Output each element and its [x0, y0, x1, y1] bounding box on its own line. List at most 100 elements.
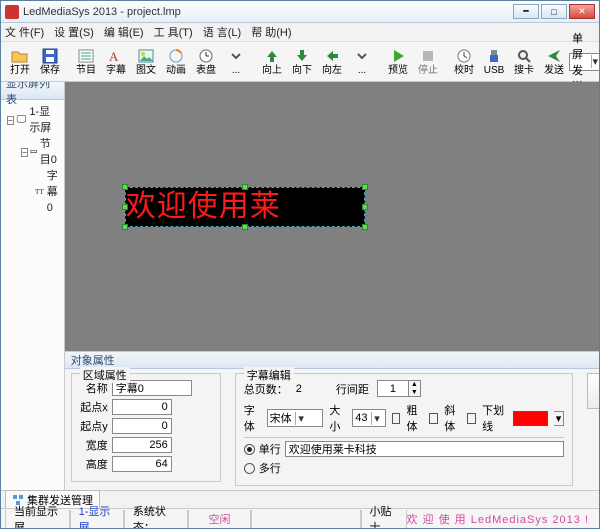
- usb-icon: [486, 48, 502, 64]
- field-w[interactable]: [112, 437, 172, 453]
- led-text-content: 欢迎使用莱: [126, 188, 364, 226]
- lbl-underline: 下划线: [482, 402, 507, 434]
- field-h[interactable]: [112, 456, 172, 472]
- tb-preview[interactable]: 预览: [383, 44, 413, 80]
- tree-node-subtitle[interactable]: ᴛᴛ 字幕0: [35, 168, 58, 216]
- tb-save-label: 保存: [40, 65, 60, 76]
- status-current: 当前显示屏: [5, 510, 70, 528]
- tb-up-label: 向上: [262, 65, 282, 76]
- tb-stop[interactable]: 停止: [413, 44, 443, 80]
- tb-usb[interactable]: USB: [479, 44, 509, 80]
- field-y[interactable]: [112, 418, 172, 434]
- chevron-down-icon: ▾: [295, 412, 307, 425]
- tb-search[interactable]: 搜卡: [509, 44, 539, 80]
- chevron-down-icon: [229, 48, 243, 64]
- tb-up[interactable]: 向上: [257, 44, 287, 80]
- tree-node-screen[interactable]: − 🖵 1-显示屏: [7, 104, 58, 136]
- menu-file[interactable]: 文 件(F): [5, 24, 44, 40]
- tb-more2-label: ...: [358, 65, 366, 76]
- resize-handle[interactable]: [122, 204, 128, 210]
- size-combo[interactable]: 43▾: [352, 409, 385, 427]
- led-text-object[interactable]: 欢迎使用莱: [125, 187, 365, 227]
- single-text-input[interactable]: [285, 441, 565, 457]
- lbl-h: 高度: [80, 456, 108, 472]
- tb-dial[interactable]: 表盘: [191, 44, 221, 80]
- close-button[interactable]: ✕: [569, 4, 595, 19]
- send-mode-combo[interactable]: 单屏发送 ▾: [569, 53, 600, 71]
- tb-more2[interactable]: ...: [347, 44, 377, 80]
- image-icon: [137, 48, 155, 64]
- radio-multi[interactable]: [244, 463, 255, 474]
- tb-subtitle-label: 字幕: [106, 65, 126, 76]
- tree-node-label: 字幕0: [47, 168, 58, 216]
- area-group-caption: 区域属性: [80, 367, 130, 383]
- linespace-value[interactable]: [378, 381, 408, 396]
- tb-search-label: 搜卡: [514, 65, 534, 76]
- font-combo[interactable]: 宋体▾: [267, 409, 324, 427]
- radio-single[interactable]: [244, 444, 255, 455]
- tb-left-label: 向左: [322, 65, 342, 76]
- resize-handle[interactable]: [242, 224, 248, 230]
- color-picker[interactable]: [513, 411, 547, 426]
- preview-canvas[interactable]: 欢迎使用莱: [65, 82, 600, 351]
- lbl-multi: 多行: [259, 460, 281, 476]
- tb-program[interactable]: 节目: [71, 44, 101, 80]
- list-icon: [77, 48, 95, 64]
- bold-check[interactable]: [392, 413, 401, 424]
- open-file-button[interactable]: 打开: [587, 373, 600, 409]
- underline-check[interactable]: [467, 413, 476, 424]
- save-icon: [41, 48, 59, 64]
- subtitle-group-caption: 字幕编辑: [244, 367, 294, 383]
- italic-check[interactable]: [429, 413, 438, 424]
- tb-usb-label: USB: [484, 65, 505, 76]
- screen-tree[interactable]: − 🖵 1-显示屏 − ▭ 节目0 ᴛᴛ 字幕0: [1, 100, 64, 490]
- spin-down[interactable]: ▼: [408, 389, 420, 397]
- tb-image[interactable]: 图文: [131, 44, 161, 80]
- stop-icon: [420, 48, 436, 64]
- tb-left[interactable]: 向左: [317, 44, 347, 80]
- resize-handle[interactable]: [362, 224, 368, 230]
- tree-header: 显示屏列表: [1, 82, 64, 100]
- menu-tool[interactable]: 工 具(T): [154, 24, 193, 40]
- page-icon: ▭: [31, 144, 37, 160]
- spin-up[interactable]: ▲: [408, 381, 420, 389]
- menu-setting[interactable]: 设 置(S): [54, 24, 94, 40]
- status-idle: 空闲: [188, 510, 250, 528]
- menu-help[interactable]: 帮 助(H): [251, 24, 291, 40]
- tb-open[interactable]: 打开: [5, 44, 35, 80]
- menu-bar: 文 件(F) 设 置(S) 编 辑(E) 工 具(T) 语 言(L) 帮 助(H…: [1, 23, 599, 42]
- resize-handle[interactable]: [242, 184, 248, 190]
- tb-timing[interactable]: 校时: [449, 44, 479, 80]
- collapse-icon[interactable]: −: [21, 148, 28, 157]
- resize-handle[interactable]: [122, 224, 128, 230]
- resize-handle[interactable]: [122, 184, 128, 190]
- status-bar: 当前显示屏 1-显示屏 系统状态： 空闲 小贴士 欢 迎 使 用 LedMedi…: [1, 508, 599, 528]
- resize-handle[interactable]: [362, 204, 368, 210]
- tree-node-program[interactable]: − ▭ 节目0: [21, 136, 58, 168]
- collapse-icon[interactable]: −: [7, 116, 14, 125]
- tb-anim[interactable]: 动画: [161, 44, 191, 80]
- send-icon: [546, 48, 562, 64]
- resize-handle[interactable]: [362, 184, 368, 190]
- tb-subtitle[interactable]: A字幕: [101, 44, 131, 80]
- arrow-down-icon: [294, 48, 310, 64]
- lbl-x: 起点x: [80, 399, 108, 415]
- chevron-down-icon[interactable]: ▾: [554, 411, 565, 426]
- tb-stop-label: 停止: [418, 65, 438, 76]
- linespace-spin[interactable]: ▲▼: [377, 380, 421, 397]
- tb-down[interactable]: 向下: [287, 44, 317, 80]
- tb-more[interactable]: ...: [221, 44, 251, 80]
- tb-dial-label: 表盘: [196, 65, 216, 76]
- status-screen[interactable]: 1-显示屏: [70, 510, 124, 528]
- tree-node-label: 1-显示屏: [29, 104, 57, 136]
- search-icon: [516, 48, 532, 64]
- tb-save[interactable]: 保存: [35, 44, 65, 80]
- minimize-button[interactable]: ━: [513, 4, 539, 19]
- menu-edit[interactable]: 编 辑(E): [104, 24, 144, 40]
- maximize-button[interactable]: □: [541, 4, 567, 19]
- tb-send[interactable]: 发送: [539, 44, 569, 80]
- field-x[interactable]: [112, 399, 172, 415]
- menu-lang[interactable]: 语 言(L): [203, 24, 242, 40]
- status-helper[interactable]: 小贴士: [361, 510, 407, 528]
- font-value: 宋体: [270, 410, 292, 426]
